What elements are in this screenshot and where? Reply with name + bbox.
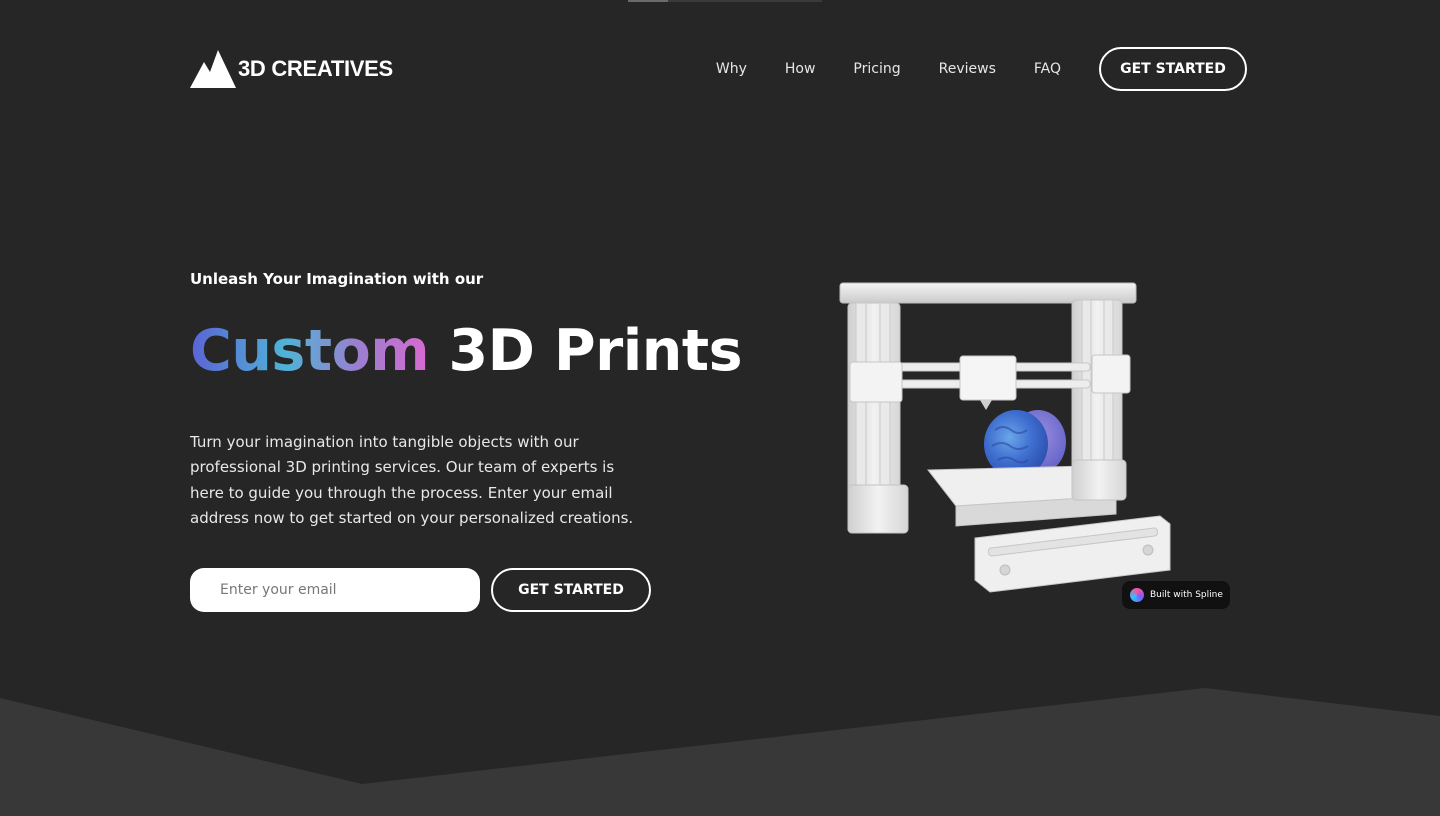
headline-rest: 3D Prints	[448, 318, 743, 384]
email-input[interactable]	[190, 568, 480, 612]
email-signup-form: GET STARTED	[190, 568, 651, 612]
built-with-spline-badge[interactable]: Built with Spline	[1122, 581, 1230, 609]
hero-description: Turn your imagination into tangible obje…	[190, 433, 634, 527]
3d-printer-illustration	[839, 282, 1171, 593]
nav-link-why[interactable]: Why	[716, 61, 747, 77]
landing-page: 3D CREATIVES Why How Pricing Reviews FAQ…	[0, 0, 1440, 816]
spline-badge-label: Built with Spline	[1150, 590, 1223, 600]
top-scroll-indicator[interactable]	[628, 0, 822, 2]
nav-links: Why How Pricing Reviews FAQ	[678, 61, 1061, 77]
nav-get-started-button[interactable]: GET STARTED	[1099, 47, 1247, 91]
3d-printer-viewer[interactable]	[820, 270, 1240, 620]
nav-link-how[interactable]: How	[785, 61, 816, 77]
nav-link-pricing[interactable]: Pricing	[853, 61, 900, 77]
nav-link-reviews[interactable]: Reviews	[939, 61, 996, 77]
bottom-section-divider	[0, 688, 1440, 816]
scroll-thumb[interactable]	[628, 0, 668, 2]
mountain-logo-icon	[190, 50, 236, 88]
brand-name: 3D CREATIVES	[238, 56, 393, 81]
hero-headline: Custom 3D Prints	[190, 316, 750, 386]
brand-logo-link[interactable]: 3D CREATIVES	[190, 48, 393, 90]
headline-gradient-word: Custom	[190, 318, 430, 384]
navbar: 3D CREATIVES Why How Pricing Reviews FAQ…	[190, 47, 1247, 91]
spline-logo-icon	[1130, 588, 1144, 602]
hero-get-started-button[interactable]: GET STARTED	[491, 568, 651, 612]
nav-link-faq[interactable]: FAQ	[1034, 61, 1061, 77]
nav-right: Why How Pricing Reviews FAQ GET STARTED	[678, 47, 1247, 91]
hero-eyebrow: Unleash Your Imagination with our	[190, 270, 484, 288]
hero-section: Unleash Your Imagination with our Custom…	[190, 268, 750, 531]
